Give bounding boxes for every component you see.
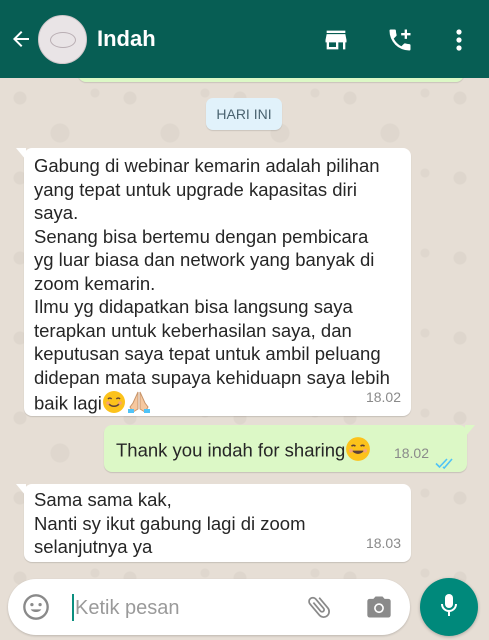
avatar[interactable] xyxy=(38,15,87,64)
camera-icon[interactable] xyxy=(365,594,393,620)
chat-header: Indah xyxy=(0,0,489,78)
message-composer xyxy=(8,579,410,635)
attach-paperclip-icon[interactable] xyxy=(305,593,333,621)
microphone-icon xyxy=(437,591,461,624)
incoming-message-bubble[interactable]: Sama sama kak, Nanti sy ikut gabung lagi… xyxy=(16,484,411,562)
add-call-icon[interactable] xyxy=(386,26,414,54)
message-text: Thank you indah for sharing xyxy=(116,439,346,461)
message-time: 18.03 xyxy=(365,534,401,551)
message-text: Sama sama kak, Nanti sy ikut gabung lagi… xyxy=(34,489,306,557)
back-arrow-icon[interactable] xyxy=(8,26,34,52)
message-text: Gabung di webinar kemarin adalah pilihan… xyxy=(34,155,390,414)
message-time: 18.02 xyxy=(393,444,429,461)
emoji-icon[interactable] xyxy=(22,593,50,621)
more-vert-icon[interactable] xyxy=(449,26,469,54)
message-input[interactable] xyxy=(75,593,295,623)
avatar-logo-icon xyxy=(49,31,76,48)
smiling-face-icon xyxy=(345,436,371,468)
double-check-read-icon xyxy=(435,452,457,470)
store-icon[interactable] xyxy=(322,26,350,54)
outgoing-message-bubble[interactable]: Thank you indah for sharing 18.02 xyxy=(104,425,475,472)
message-time: 18.02 xyxy=(365,388,401,405)
smiling-face-icon xyxy=(102,390,126,420)
microphone-button[interactable] xyxy=(420,578,478,636)
text-cursor xyxy=(72,594,74,621)
folded-hands-icon xyxy=(126,389,152,421)
contact-name[interactable]: Indah xyxy=(97,26,156,52)
incoming-message-bubble[interactable]: Gabung di webinar kemarin adalah pilihan… xyxy=(16,148,411,416)
date-chip: HARI INI xyxy=(206,98,282,130)
